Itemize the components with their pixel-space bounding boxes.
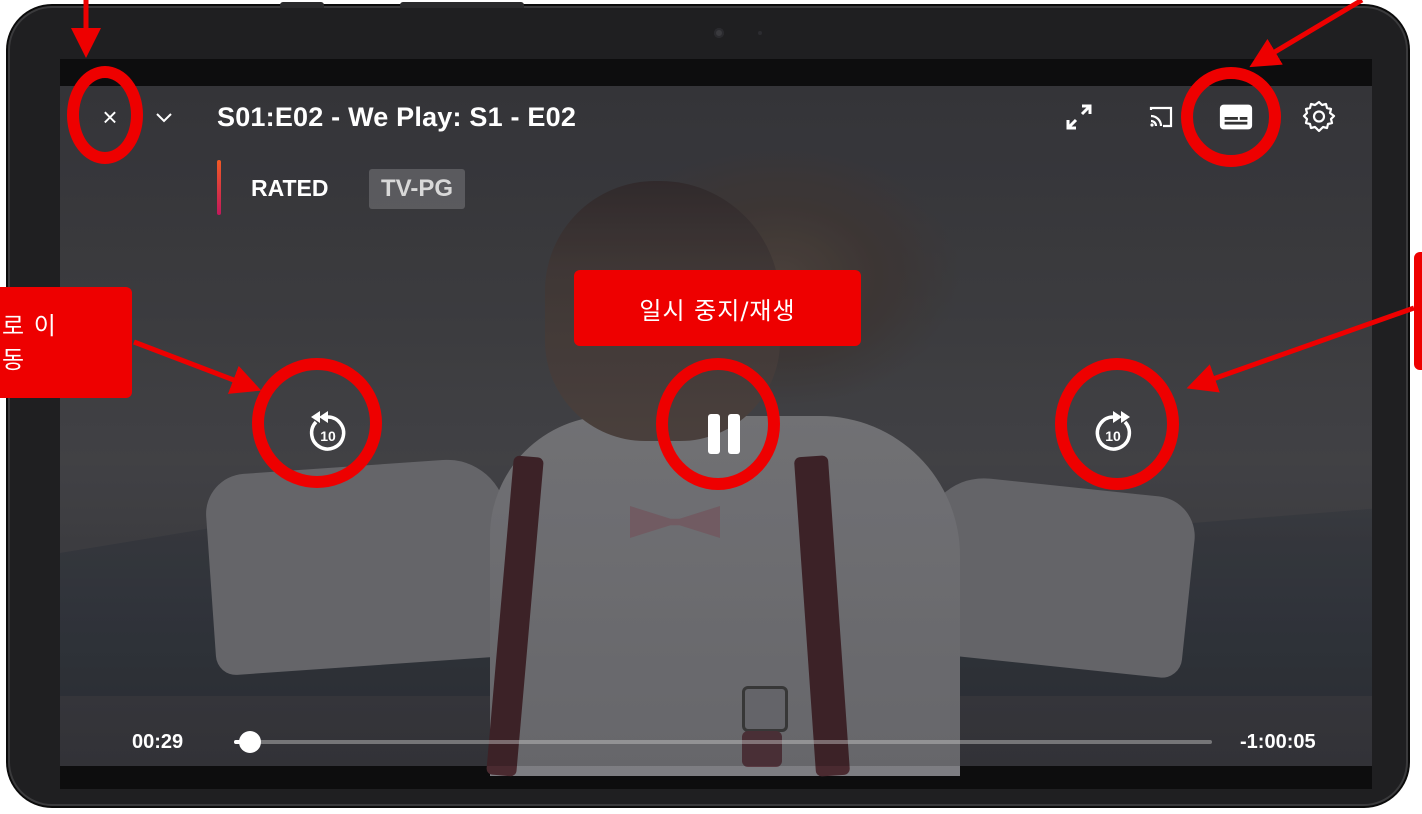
arrow-to-forward [1186, 305, 1415, 393]
arrow-to-rewind [133, 339, 262, 394]
annotation-arrows [71, 0, 1415, 394]
arrow-to-subtitles [1249, 0, 1364, 68]
